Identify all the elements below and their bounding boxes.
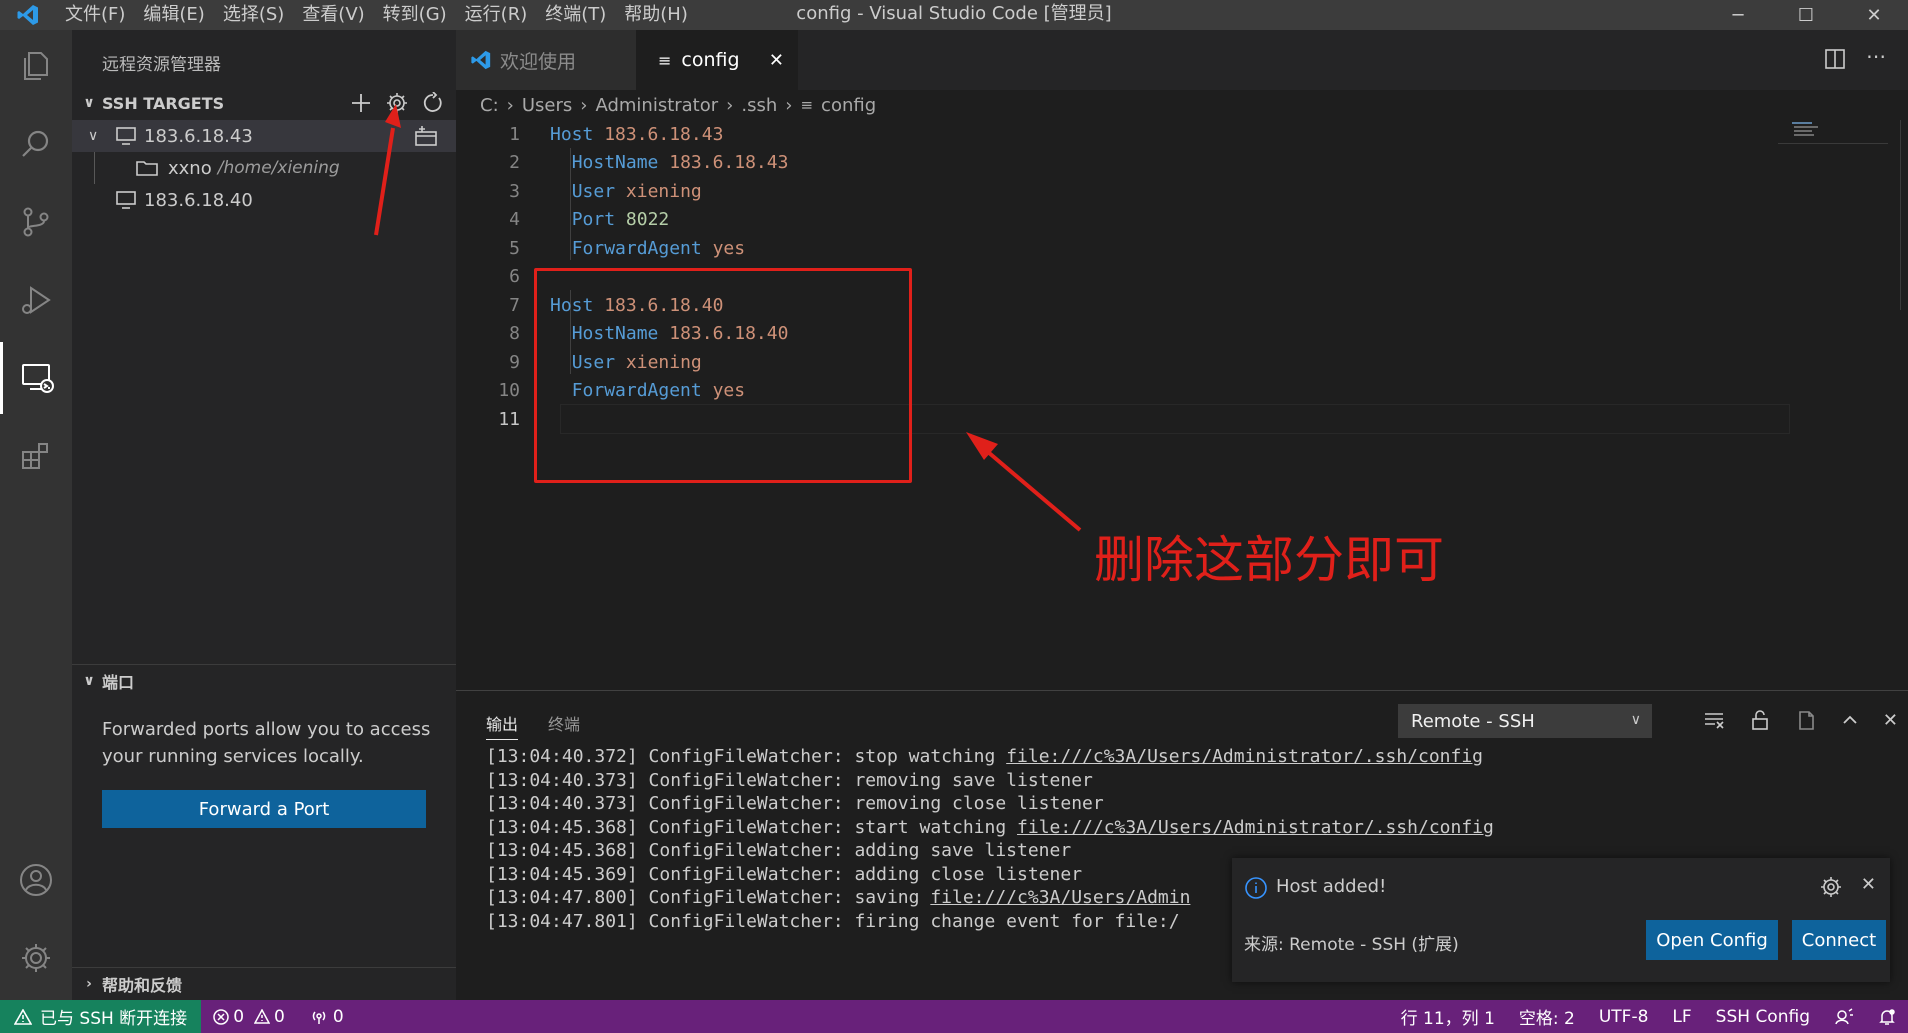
panel-tab-output[interactable]: 输出 (486, 711, 519, 740)
log-timestamp: [13:04:45.369] (486, 863, 638, 885)
log-message: ConfigFileWatcher: adding save listener (637, 840, 1072, 861)
encoding[interactable]: UTF-8 (1587, 1000, 1661, 1033)
lock-scroll-icon[interactable] (1749, 709, 1771, 731)
ports-indicator[interactable]: 0 (297, 1000, 356, 1033)
close-notification-icon[interactable]: ✕ (1861, 874, 1876, 895)
log-message: ConfigFileWatcher: start watching (637, 816, 1018, 838)
remote-status: 已与 SSH 断开连接 (40, 1009, 188, 1029)
maximize-panel-icon[interactable] (1841, 711, 1859, 729)
notification-source: 来源: Remote - SSH (扩展) (1244, 935, 1459, 955)
warning-icon (254, 1008, 271, 1025)
problems-indicator[interactable]: 0 0 (201, 1000, 297, 1033)
end-of-line[interactable]: LF (1660, 1000, 1703, 1033)
status-right: 行 11，列 1 空格: 2 UTF-8 LF SSH Config (1389, 1000, 1908, 1033)
notification-gear-icon[interactable] (1820, 876, 1842, 898)
notification-toast: Host added! ✕ 来源: Remote - SSH (扩展) Open… (1232, 858, 1890, 982)
output-line: [13:04:47.801] ConfigFileWatcher: firing… (486, 911, 1180, 939)
cursor-position[interactable]: 行 11，列 1 (1389, 1000, 1507, 1033)
warning-icon (14, 1008, 32, 1025)
warning-count: 0 (274, 1006, 285, 1027)
log-timestamp: [13:04:45.368] (486, 840, 638, 861)
log-message: ConfigFileWatcher: removing save listene… (637, 769, 1093, 791)
notifications-bell-icon[interactable] (1866, 1000, 1908, 1033)
remote-indicator[interactable]: 已与 SSH 断开连接 (0, 1000, 202, 1033)
indentation[interactable]: 空格: 2 (1507, 1000, 1587, 1033)
annotation-text: 删除这部分即可 (1094, 531, 1444, 589)
log-timestamp: [13:04:47.800] (486, 887, 638, 908)
ports-count: 0 (332, 1006, 344, 1027)
log-timestamp: [13:04:47.801] (486, 910, 638, 932)
open-config-button[interactable]: Open Config (1646, 920, 1778, 960)
log-message: ConfigFileWatcher: firing change event f… (637, 910, 1180, 932)
log-message: ConfigFileWatcher: adding close listener (637, 863, 1083, 885)
close-panel-icon[interactable]: ✕ (1883, 710, 1898, 731)
panel-tab-terminal[interactable]: 终端 (548, 711, 580, 735)
output-channel-value: Remote - SSH (1411, 710, 1535, 732)
log-message: ConfigFileWatcher: saving (637, 887, 931, 908)
language-mode[interactable]: SSH Config (1704, 1000, 1822, 1033)
log-timestamp: [13:04:40.373] (486, 793, 638, 814)
info-icon (1244, 876, 1268, 900)
log-file-link[interactable]: file:///c%3A/Users/Administrator/.ssh/co… (1006, 746, 1483, 767)
chevron-down-icon: ∨ (1630, 712, 1641, 728)
status-bar: 已与 SSH 断开连接 0 0 0 行 11，列 1 空格: 2 UTF-8 L… (0, 1000, 1908, 1033)
output-channel-select[interactable]: Remote - SSH ∨ (1398, 704, 1652, 738)
connect-button[interactable]: Connect (1792, 920, 1886, 960)
log-file-link[interactable]: file:///c%3A/Users/Admin (930, 887, 1190, 908)
log-message: ConfigFileWatcher: removing close listen… (637, 793, 1104, 814)
clear-output-icon[interactable] (1703, 709, 1725, 731)
log-timestamp: [13:04:45.368] (486, 816, 638, 838)
error-icon (213, 1008, 229, 1025)
log-timestamp: [13:04:40.373] (486, 769, 638, 791)
log-timestamp: [13:04:40.372] (486, 746, 638, 767)
broadcast-icon (309, 1009, 329, 1025)
panel-actions: ✕ (1703, 709, 1898, 731)
open-log-icon[interactable] (1795, 709, 1817, 731)
log-message: ConfigFileWatcher: stop watching (637, 746, 1007, 767)
feedback-icon[interactable] (1822, 1000, 1866, 1033)
notification-message: Host added! (1276, 876, 1387, 897)
error-count: 0 (233, 1006, 245, 1027)
log-file-link[interactable]: file:///c%3A/Users/Administrator/.ssh/co… (1017, 817, 1494, 838)
